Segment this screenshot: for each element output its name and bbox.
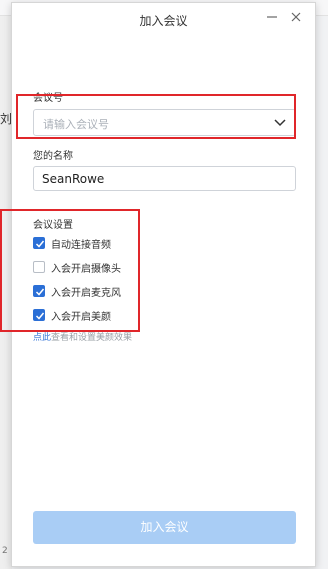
beauty-settings-text: 查看和设置美颜效果 bbox=[51, 333, 133, 343]
minimize-icon[interactable] bbox=[265, 11, 279, 25]
name-value: SeanRowe bbox=[42, 172, 105, 186]
name-label: 您的名称 bbox=[33, 151, 73, 162]
highlight-box-settings bbox=[0, 209, 140, 332]
close-icon[interactable] bbox=[289, 11, 303, 25]
background-line-number: 2 bbox=[2, 546, 8, 556]
join-meeting-button[interactable]: 加入会议 bbox=[33, 511, 296, 544]
highlight-box-meeting-id bbox=[16, 94, 296, 139]
beauty-settings-link[interactable]: 点此 bbox=[33, 333, 51, 343]
name-field[interactable]: SeanRowe bbox=[33, 166, 296, 191]
dialog-titlebar: 加入会议 bbox=[12, 3, 315, 35]
